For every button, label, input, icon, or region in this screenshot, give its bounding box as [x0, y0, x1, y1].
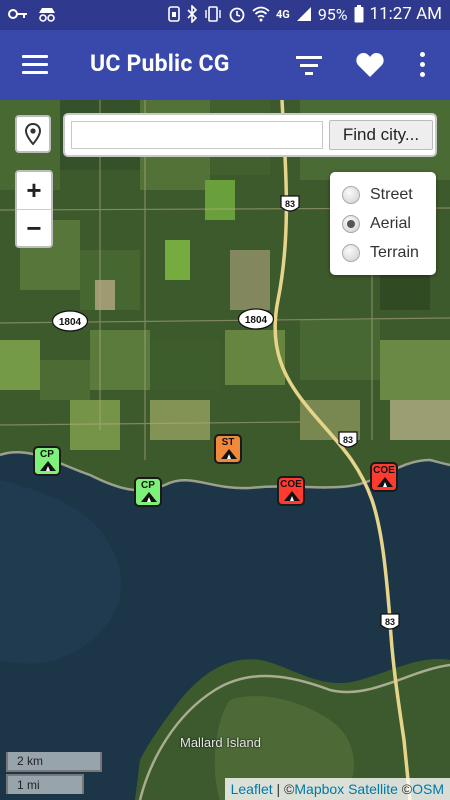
highway-shield-83-middle: 83: [338, 431, 358, 448]
wifi-icon: [252, 6, 270, 22]
shield-label: 1804: [59, 317, 82, 328]
shield-label: 83: [285, 199, 295, 209]
campground-marker-cp[interactable]: CP: [134, 477, 162, 507]
highway-shield-83-bottom: 83: [380, 613, 400, 630]
vibrate-icon: [205, 6, 221, 22]
clock: 11:27 AM: [369, 4, 442, 24]
marker-label: ST: [221, 437, 235, 448]
radio-street[interactable]: [342, 186, 360, 204]
alarm-icon: [229, 7, 245, 23]
menu-icon[interactable]: [22, 55, 48, 75]
app-bar: UC Public CG: [0, 30, 450, 100]
map-pin-icon: [25, 123, 41, 145]
shield-label: 1804: [245, 315, 268, 326]
bluetooth-icon: [187, 5, 198, 23]
layer-option-street[interactable]: Street: [342, 184, 413, 206]
place-label-mallard-island: Mallard Island: [180, 735, 261, 750]
zoom-control: + −: [15, 170, 53, 248]
zoom-out-button[interactable]: −: [17, 210, 51, 247]
layer-label: Aerial: [370, 215, 411, 232]
layer-label: Street: [370, 186, 413, 203]
battery-icon: [354, 5, 364, 23]
status-bar: 4G 95% 11:27 AM: [0, 0, 450, 30]
osm-link[interactable]: OSM: [412, 781, 444, 797]
marker-label: CP: [40, 449, 54, 460]
favorites-heart-icon[interactable]: [355, 50, 385, 80]
key-icon: [8, 9, 27, 19]
highway-shield-83-top: 83: [280, 195, 300, 212]
campground-marker-st[interactable]: ST: [214, 434, 242, 464]
city-search-input[interactable]: [71, 121, 323, 149]
shield-label: 83: [343, 435, 353, 445]
tent-icon: [377, 477, 393, 487]
more-options-icon[interactable]: [412, 50, 432, 80]
layer-label: Terrain: [370, 244, 419, 261]
campground-marker-cp[interactable]: CP: [33, 446, 61, 476]
radio-aerial[interactable]: [342, 215, 360, 233]
find-city-button[interactable]: Find city...: [329, 120, 433, 150]
filter-icon[interactable]: [296, 54, 324, 76]
battery-percent: 95%: [317, 4, 348, 24]
route-shield-1804-center: 1804: [237, 308, 275, 330]
tent-icon: [221, 449, 237, 459]
map-attribution: Leaflet | © Mapbox Satellite © OSM: [224, 778, 450, 800]
leaflet-link[interactable]: Leaflet: [231, 781, 273, 797]
mapbox-link[interactable]: Mapbox Satellite: [294, 781, 398, 797]
signal-icon: [296, 7, 311, 21]
scale-bar-km: 2 km: [6, 752, 102, 772]
tent-icon: [40, 461, 56, 471]
network-type-label: 4G: [276, 7, 290, 21]
zoom-in-button[interactable]: +: [17, 172, 51, 210]
marker-label: CP: [141, 480, 155, 491]
route-shield-1804-left: 1804: [51, 310, 89, 332]
campground-marker-coe[interactable]: COE: [370, 462, 398, 492]
tent-icon: [284, 491, 300, 501]
radio-terrain[interactable]: [342, 244, 360, 262]
sim-icon: [168, 6, 180, 22]
tent-icon: [141, 492, 157, 502]
campground-marker-coe[interactable]: COE: [277, 476, 305, 506]
marker-label: COE: [373, 465, 395, 476]
app-title: UC Public CG: [90, 50, 230, 77]
incognito-icon: [39, 8, 55, 22]
marker-label: COE: [280, 479, 302, 490]
city-search-bar: Find city...: [63, 113, 437, 157]
attribution-copyright: ©: [397, 781, 413, 797]
layer-option-terrain[interactable]: Terrain: [342, 242, 419, 264]
layer-option-aerial[interactable]: Aerial: [342, 213, 411, 235]
locate-button[interactable]: [15, 115, 51, 153]
shield-label: 83: [385, 617, 395, 627]
attribution-separator: | ©: [272, 781, 295, 797]
scale-bar-mi: 1 mi: [6, 774, 84, 794]
layer-switcher: Street Aerial Terrain: [330, 172, 436, 275]
